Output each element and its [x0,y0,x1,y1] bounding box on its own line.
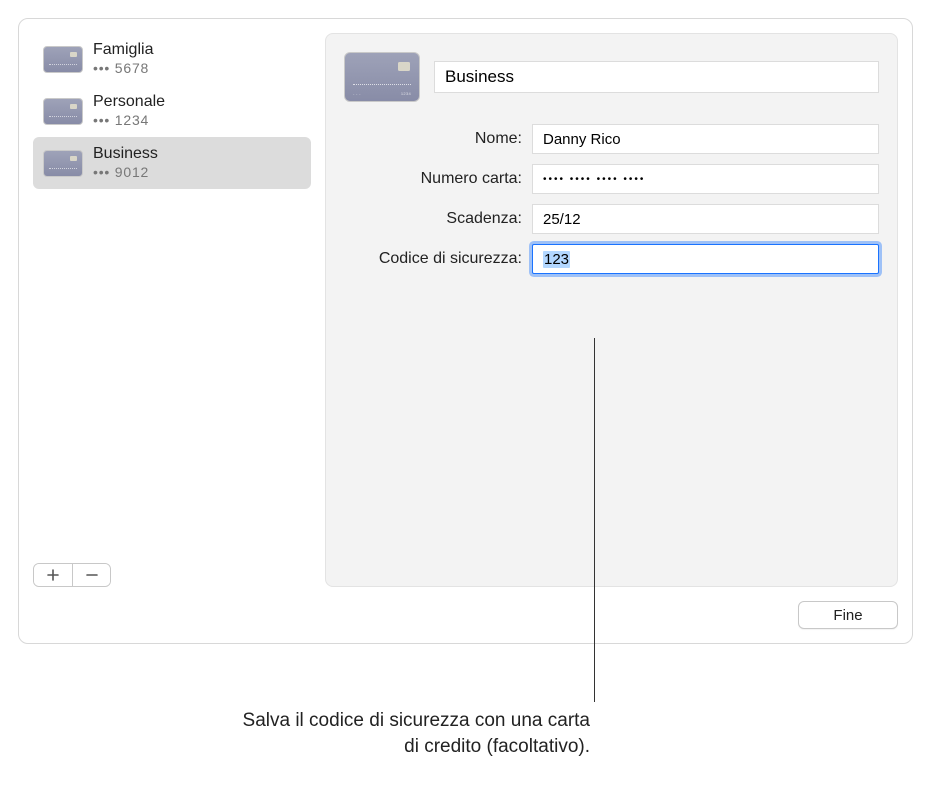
callout-leader-line [594,338,595,702]
name-label: Nome: [344,130,522,148]
card-title-input[interactable] [434,61,879,93]
add-remove-segmented [33,563,111,587]
security-code-input[interactable]: 123 [532,244,879,274]
card-digits: ••• 5678 [93,60,153,78]
credit-card-icon-large: - - -1234 [344,52,420,102]
card-row-personale[interactable]: Personale ••• 1234 [33,85,311,137]
credit-card-icon [43,150,83,177]
content-area: Famiglia ••• 5678 Personale ••• 1234 [19,19,912,593]
credit-card-icon [43,46,83,73]
window-footer: Fine [19,593,912,643]
credit-card-icon [43,98,83,125]
card-row-famiglia[interactable]: Famiglia ••• 5678 [33,33,311,85]
callout-caption: Salva il codice di sicurezza con una car… [240,708,590,759]
plus-icon [47,569,59,581]
card-name: Famiglia [93,40,153,60]
card-sidebar: Famiglia ••• 5678 Personale ••• 1234 [33,33,311,587]
expiry-label: Scadenza: [344,210,522,228]
preferences-window: Famiglia ••• 5678 Personale ••• 1234 [18,18,913,644]
done-button[interactable]: Fine [798,601,898,629]
security-label: Codice di sicurezza: [344,250,522,268]
card-digits: ••• 1234 [93,112,165,130]
minus-icon [86,569,98,581]
card-name: Business [93,144,158,164]
card-list: Famiglia ••• 5678 Personale ••• 1234 [33,33,311,557]
name-input[interactable] [532,124,879,154]
expiry-input[interactable] [532,204,879,234]
card-digits: ••• 9012 [93,164,158,182]
card-row-business[interactable]: Business ••• 9012 [33,137,311,189]
number-label: Numero carta: [344,170,522,188]
security-code-value: 123 [543,251,570,268]
card-name: Personale [93,92,165,112]
detail-header: - - -1234 [344,52,879,102]
add-button[interactable] [34,564,72,586]
card-detail-panel: - - -1234 Nome: Numero carta: Scadenza: … [325,33,898,587]
card-number-input[interactable] [532,164,879,194]
remove-button[interactable] [72,564,110,586]
